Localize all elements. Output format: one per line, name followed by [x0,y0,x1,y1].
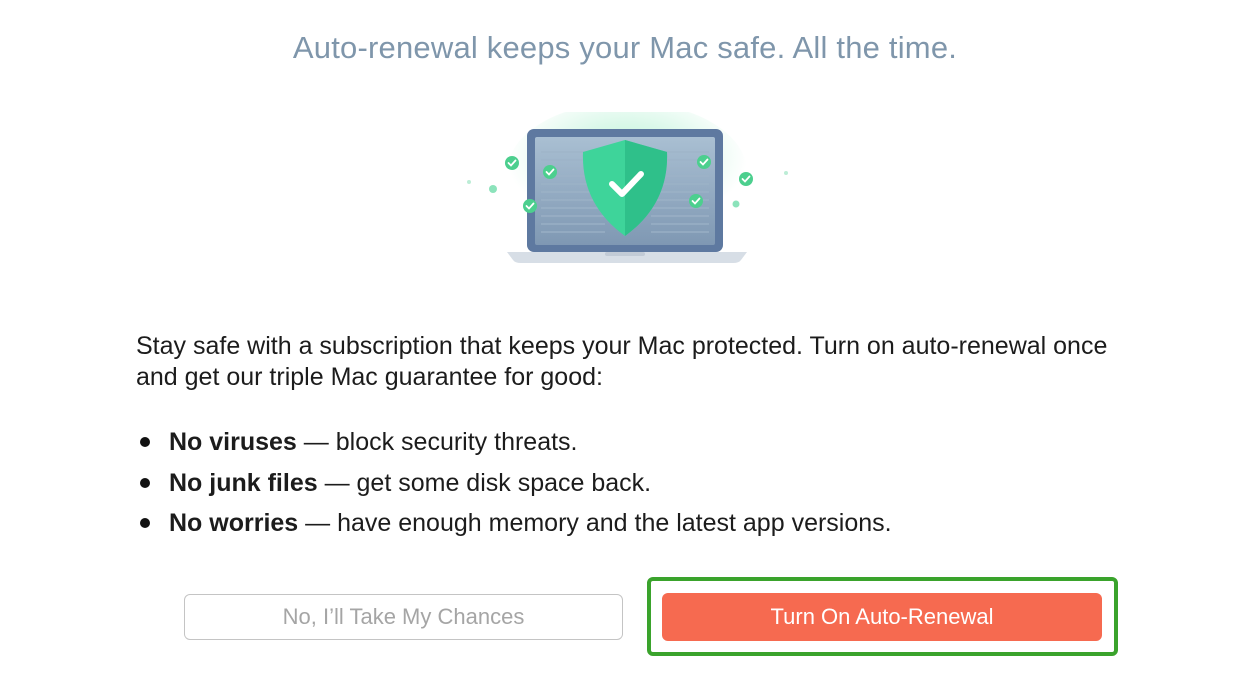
guarantee-text: — get some disk space back. [317,468,652,497]
bullet-icon [140,518,150,528]
guarantee-list: No viruses — block security threats. No … [136,424,1136,546]
auto-renewal-dialog: Auto-renewal keeps your Mac safe. All th… [0,0,1250,686]
guarantee-title: No junk files [169,468,318,497]
laptop-shield-check-icon [455,102,800,282]
bullet-icon [140,477,150,488]
guarantee-title: No worries [169,509,299,537]
list-item: No junk files — get some disk space back… [136,465,1136,506]
guarantee-text: — have enough memory and the latest app … [298,509,892,537]
guarantee-title: No viruses [169,428,297,456]
bullet-icon [140,437,150,447]
guarantee-text: — block security threats. [296,428,578,456]
turn-on-auto-renewal-button[interactable]: Turn On Auto-Renewal [662,593,1102,641]
list-item: No viruses — block security threats. [136,424,1136,465]
list-item: No worries — have enough memory and the … [136,505,1136,546]
decline-button[interactable]: No, I’ll Take My Chances [184,594,623,640]
headline: Auto-renewal keeps your Mac safe. All th… [292,30,958,65]
description-text: Stay safe with a subscription that keeps… [136,332,1108,391]
